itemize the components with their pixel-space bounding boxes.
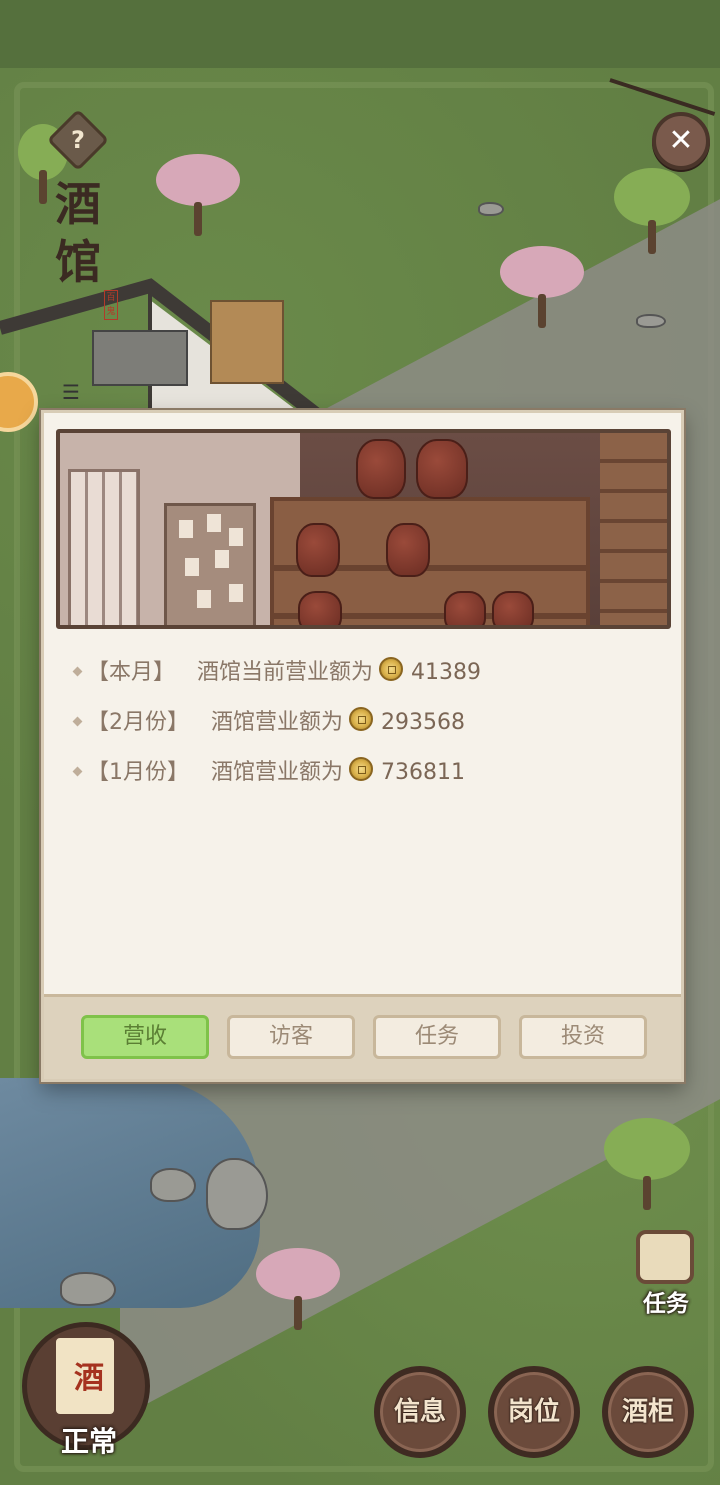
revenue-row-january: 【1月份】 酒馆营业额为 736811 bbox=[70, 753, 660, 803]
wine-jar bbox=[296, 523, 340, 577]
wine-jar bbox=[386, 523, 430, 577]
bullet-icon bbox=[72, 666, 83, 676]
title-stamp: 百鬼 bbox=[104, 290, 118, 320]
tab-visitors[interactable]: 访客 bbox=[227, 1015, 355, 1059]
willow-tree bbox=[604, 1118, 690, 1210]
copper-coin-icon bbox=[349, 707, 374, 731]
wine-jar bbox=[492, 591, 534, 625]
wine-jar bbox=[444, 591, 486, 625]
close-icon: ✕ bbox=[668, 123, 694, 158]
revenue-row-february: 【2月份】 酒馆营业额为 293568 bbox=[70, 703, 660, 753]
revenue-description: 酒馆当前营业额为 bbox=[197, 660, 374, 685]
bullet-icon bbox=[72, 716, 83, 726]
staircase bbox=[600, 433, 667, 625]
status-strip bbox=[0, 0, 720, 68]
tab-tasks[interactable]: 任务 bbox=[373, 1015, 501, 1059]
bullet-icon bbox=[72, 766, 83, 776]
rock bbox=[478, 202, 504, 216]
revenue-description: 酒馆营业额为 bbox=[211, 760, 344, 785]
task-label: 任务 bbox=[643, 1291, 689, 1317]
revenue-description: 酒馆营业额为 bbox=[211, 710, 344, 735]
cherry-tree bbox=[156, 154, 240, 236]
revenue-row-current-month: 【本月】 酒馆当前营业额为 41389 bbox=[70, 653, 660, 703]
stove bbox=[92, 330, 188, 386]
wine-jar bbox=[298, 591, 342, 625]
info-button[interactable]: 信息 bbox=[374, 1366, 466, 1458]
tavern-sign-char: 酒 bbox=[74, 1361, 104, 1396]
rock bbox=[60, 1272, 116, 1306]
copper-coin-icon bbox=[379, 657, 404, 681]
wine-jar bbox=[356, 439, 406, 499]
cherry-tree bbox=[256, 1248, 340, 1330]
tavern-status-badge[interactable]: 酒 正常 bbox=[22, 1322, 150, 1472]
window bbox=[68, 469, 140, 625]
rock bbox=[636, 314, 666, 328]
storage-shelf bbox=[210, 300, 284, 384]
tavern-status-label: 正常 bbox=[60, 1425, 117, 1458]
tab-investment[interactable]: 投资 bbox=[519, 1015, 647, 1059]
notice-board bbox=[164, 503, 256, 625]
tab-revenue[interactable]: 营收 bbox=[81, 1015, 209, 1059]
revenue-panel: 【本月】 酒馆当前营业额为 41389 【2月份】 酒馆营业额为 293568 【1月份… bbox=[41, 410, 684, 1082]
tavern-storeroom-illustration bbox=[56, 429, 671, 629]
question-mark-icon: ? bbox=[71, 126, 85, 154]
revenue-amount: 41389 bbox=[411, 660, 482, 685]
scroll-icon bbox=[636, 1230, 694, 1284]
revenue-period: 【2月份】 bbox=[87, 710, 189, 735]
tavern-sign-icon: 酒 bbox=[52, 1334, 118, 1418]
wine-cabinet-button[interactable]: 酒柜 bbox=[602, 1366, 694, 1458]
revenue-amount: 293568 bbox=[381, 710, 465, 735]
revenue-period: 【1月份】 bbox=[87, 760, 189, 785]
copper-coin-icon bbox=[349, 757, 374, 781]
willow-tree bbox=[614, 168, 690, 254]
rock bbox=[206, 1158, 268, 1230]
revenue-period: 【本月】 bbox=[87, 660, 176, 685]
wine-cabinet-button-label: 酒柜 bbox=[621, 1397, 674, 1427]
post-button-label: 岗位 bbox=[507, 1397, 560, 1427]
wine-jar bbox=[416, 439, 468, 499]
menu-icon[interactable]: ☰ bbox=[62, 380, 80, 404]
cherry-tree bbox=[500, 246, 584, 328]
rock bbox=[150, 1168, 196, 1202]
page-title: 酒馆 bbox=[55, 177, 101, 289]
post-button[interactable]: 岗位 bbox=[488, 1366, 580, 1458]
revenue-list: 【本月】 酒馆当前营业额为 41389 【2月份】 酒馆营业额为 293568 【1月份… bbox=[70, 653, 660, 803]
task-button[interactable]: 任务 bbox=[622, 1228, 712, 1318]
info-button-label: 信息 bbox=[393, 1397, 446, 1427]
panel-tab-bar: 营收 访客 任务 投资 bbox=[44, 994, 681, 1079]
revenue-amount: 736811 bbox=[381, 760, 465, 785]
close-button[interactable]: ✕ bbox=[652, 112, 710, 170]
